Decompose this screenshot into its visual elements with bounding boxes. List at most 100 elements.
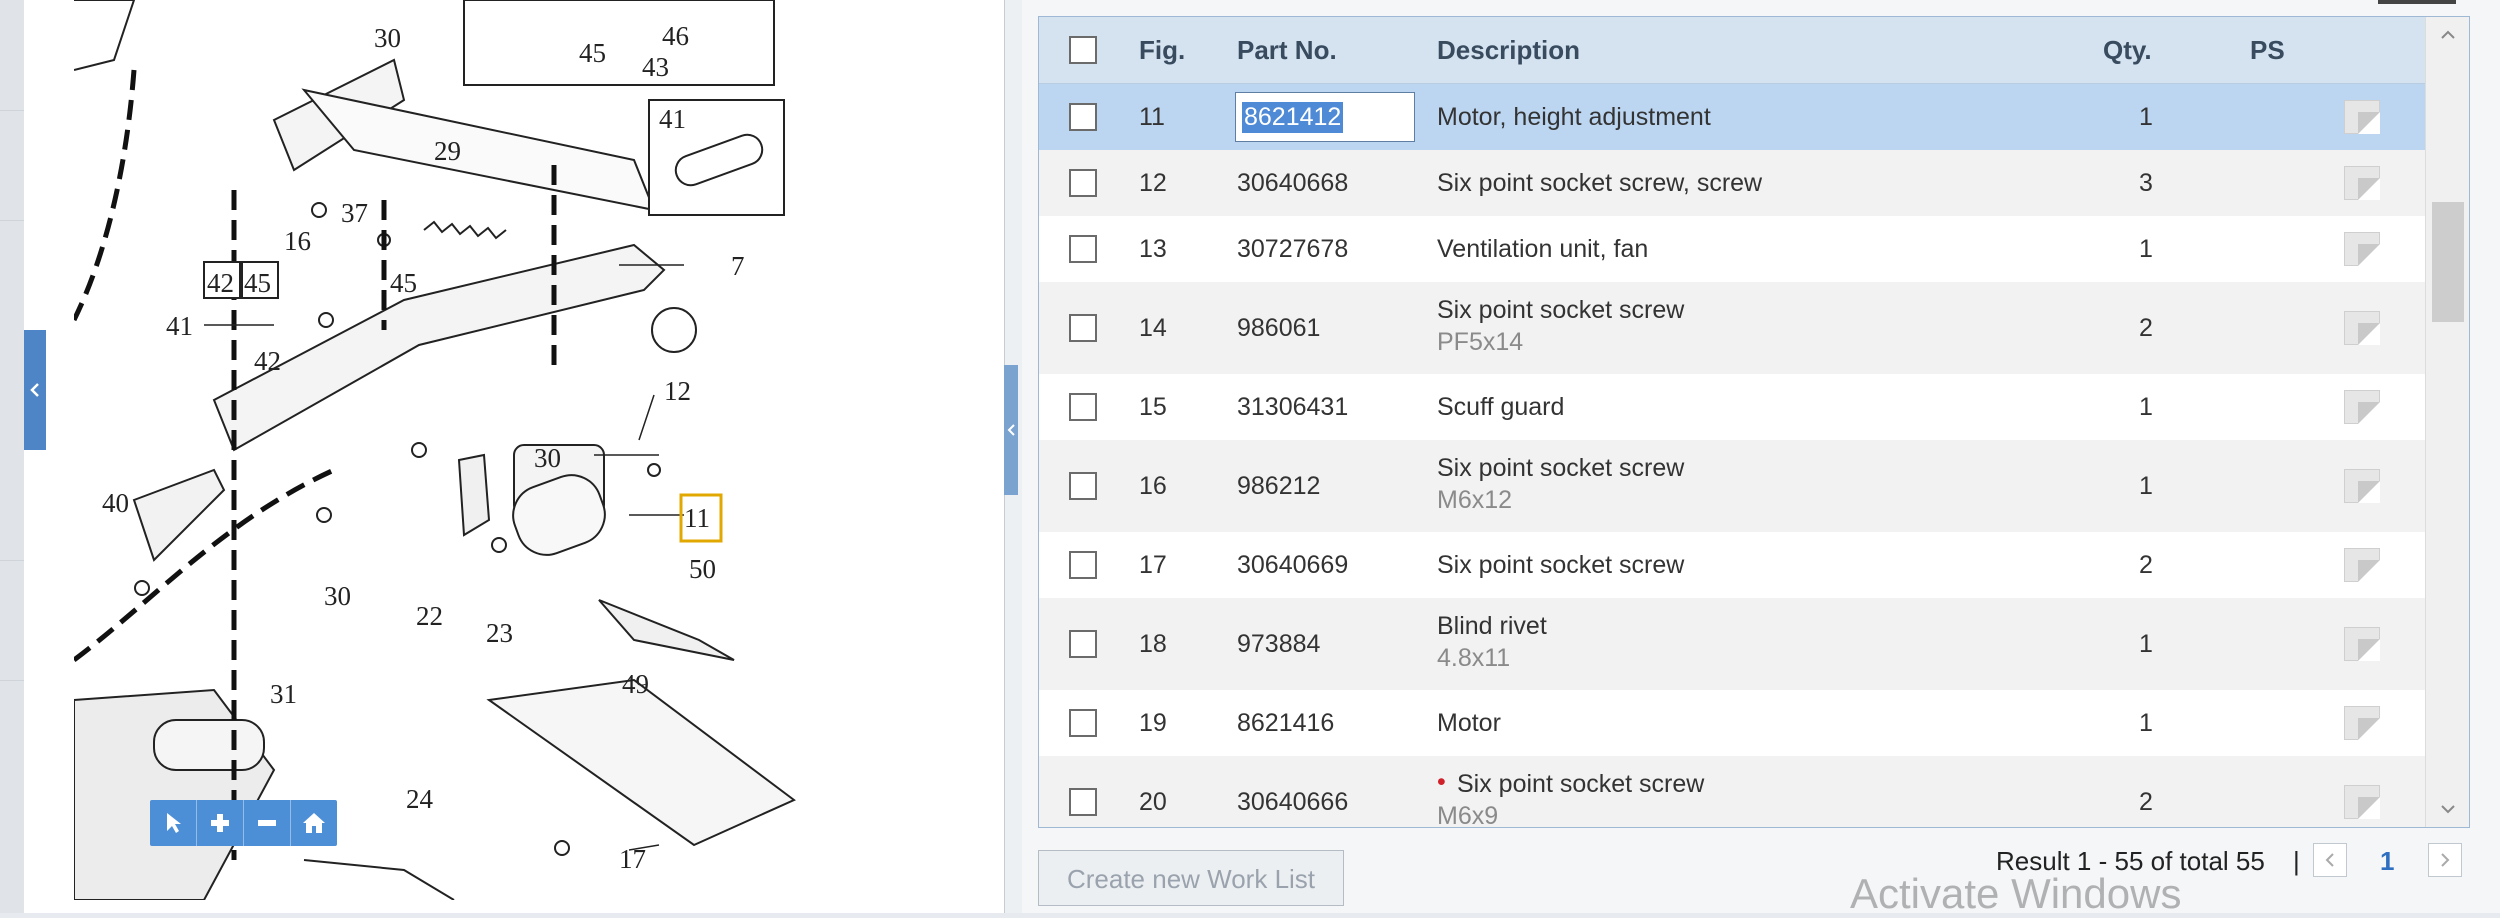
chevron-left-icon [30, 383, 39, 397]
diagram-panel[interactable]: 30 45 46 43 41 29 7 37 16 42 45 45 41 42 12 30 11 40… [24, 0, 1004, 913]
row-checkbox[interactable] [1069, 393, 1097, 421]
row-description: Motor, height adjustment [1437, 103, 1711, 131]
table-row[interactable]: 19 8621416 Motor 1 [1039, 690, 2425, 756]
row-part-no[interactable]: 986212 [1237, 472, 1320, 501]
row-description: Six point socket screw [1457, 770, 1705, 798]
row-fig: 15 [1139, 393, 1167, 421]
row-part-no[interactable]: 30640669 [1237, 551, 1348, 580]
header-part-no[interactable]: Part No. [1237, 17, 1337, 83]
note-icon[interactable] [2344, 548, 2380, 582]
activate-windows-watermark: Activate Windows [1850, 870, 2182, 917]
table-row[interactable]: 20 30640666 • Six point socket screw M6x9 2 [1039, 756, 2425, 827]
current-page[interactable]: 1 [2380, 846, 2394, 877]
table-row[interactable]: 15 31306431 Scuff guard 1 [1039, 374, 2425, 440]
svg-text:30: 30 [534, 443, 561, 473]
header-fig[interactable]: Fig. [1139, 17, 1185, 83]
svg-text:29: 29 [434, 136, 461, 166]
row-checkbox[interactable] [1069, 551, 1097, 579]
svg-text:45: 45 [390, 268, 417, 298]
note-icon[interactable] [2344, 706, 2380, 740]
note-icon[interactable] [2344, 390, 2380, 424]
zoom-out-icon[interactable] [244, 800, 291, 846]
row-part-no[interactable]: 986061 [1237, 314, 1320, 343]
svg-text:45: 45 [579, 38, 606, 68]
table-scrollbar[interactable] [2425, 17, 2469, 827]
window-control[interactable] [2378, 0, 2456, 4]
table-header: Fig. Part No. Description Qty. PS [1039, 17, 2425, 84]
pointer-icon[interactable] [150, 800, 197, 846]
scroll-down-icon[interactable] [2426, 791, 2469, 827]
left-edge-strip [0, 0, 25, 913]
exploded-parts-diagram[interactable]: 30 45 46 43 41 29 7 37 16 42 45 45 41 42 12 30 11 40… [74, 0, 814, 900]
svg-text:40: 40 [102, 488, 129, 518]
note-icon[interactable] [2344, 627, 2380, 661]
row-qty: 1 [2139, 103, 2153, 131]
row-part-no[interactable]: 31306431 [1237, 393, 1348, 422]
prev-page-button[interactable] [2313, 843, 2347, 877]
row-checkbox[interactable] [1069, 235, 1097, 263]
note-icon[interactable] [2344, 100, 2380, 134]
row-description: Six point socket screw [1437, 296, 1685, 324]
table-row[interactable]: 12 30640668 Six point socket screw, screw 3 [1039, 150, 2425, 216]
row-part-no[interactable]: 30640666 [1237, 788, 1348, 817]
table-row[interactable]: 17 30640669 Six point socket screw 2 [1039, 532, 2425, 598]
row-part-no[interactable]: 973884 [1237, 630, 1320, 659]
select-all-checkbox[interactable] [1069, 36, 1097, 64]
row-fig: 12 [1139, 169, 1167, 197]
table-row[interactable]: 16 986212 Six point socket screw M6x12 1 [1039, 440, 2425, 532]
zoom-in-icon[interactable] [197, 800, 244, 846]
row-checkbox[interactable] [1069, 709, 1097, 737]
header-ps[interactable]: PS [2250, 17, 2285, 83]
chevron-left-icon [2325, 853, 2334, 867]
svg-text:41: 41 [659, 104, 686, 134]
table-row[interactable]: 13 30727678 Ventilation unit, fan 1 [1039, 216, 2425, 282]
row-fig: 13 [1139, 235, 1167, 263]
row-checkbox[interactable] [1069, 169, 1097, 197]
note-icon[interactable] [2344, 311, 2380, 345]
row-checkbox[interactable] [1069, 630, 1097, 658]
home-icon[interactable] [291, 800, 337, 846]
row-description: Ventilation unit, fan [1437, 235, 1649, 263]
row-fig: 14 [1139, 314, 1167, 342]
row-part-no[interactable]: 8621416 [1237, 709, 1334, 738]
splitter-collapse-tab[interactable] [1004, 365, 1018, 495]
row-part-no[interactable]: 30727678 [1237, 235, 1348, 264]
table-row[interactable]: 14 986061 Six point socket screw PF5x14 2 [1039, 282, 2425, 374]
header-description[interactable]: Description [1437, 17, 1580, 83]
scroll-up-icon[interactable] [2426, 17, 2469, 53]
svg-text:30: 30 [374, 23, 401, 53]
header-qty[interactable]: Qty. [2103, 17, 2152, 83]
row-part-no: 8621412 [1242, 102, 1344, 133]
scrollbar-thumb[interactable] [2432, 202, 2464, 322]
note-icon[interactable] [2344, 232, 2380, 266]
row-qty: 2 [2139, 551, 2153, 579]
table-row[interactable]: 18 973884 Blind rivet 4.8x11 1 [1039, 598, 2425, 690]
svg-text:24: 24 [406, 784, 434, 814]
svg-text:17: 17 [619, 844, 646, 874]
row-checkbox[interactable] [1069, 788, 1097, 816]
row-qty: 1 [2139, 472, 2153, 500]
table-row[interactable]: 11 8621412 Motor, height adjustment 1 [1039, 84, 2425, 150]
row-description-detail: M6x12 [1437, 486, 1513, 514]
note-icon[interactable] [2344, 469, 2380, 503]
row-qty: 1 [2139, 393, 2153, 421]
row-part-no[interactable]: 30640668 [1237, 169, 1348, 198]
row-checkbox[interactable] [1069, 472, 1097, 500]
note-icon[interactable] [2344, 166, 2380, 200]
svg-text:42: 42 [207, 268, 234, 298]
parts-catalog-window: 30 45 46 43 41 29 7 37 16 42 45 45 41 42 12 30 11 40… [0, 0, 2500, 917]
row-checkbox[interactable] [1069, 103, 1097, 131]
left-collapse-tab[interactable] [24, 330, 46, 450]
svg-text:37: 37 [341, 198, 368, 228]
create-work-list-button[interactable]: Create new Work List [1038, 850, 1344, 906]
part-no-field[interactable]: 8621412 [1235, 92, 1415, 142]
svg-text:41: 41 [166, 311, 193, 341]
note-icon[interactable] [2344, 785, 2380, 819]
row-description: Scuff guard [1437, 393, 1565, 421]
row-fig: 17 [1139, 551, 1167, 579]
svg-text:43: 43 [642, 52, 669, 82]
row-checkbox[interactable] [1069, 314, 1097, 342]
chevron-right-icon [2441, 853, 2450, 867]
row-description: Motor [1437, 709, 1501, 737]
next-page-button[interactable] [2428, 843, 2462, 877]
